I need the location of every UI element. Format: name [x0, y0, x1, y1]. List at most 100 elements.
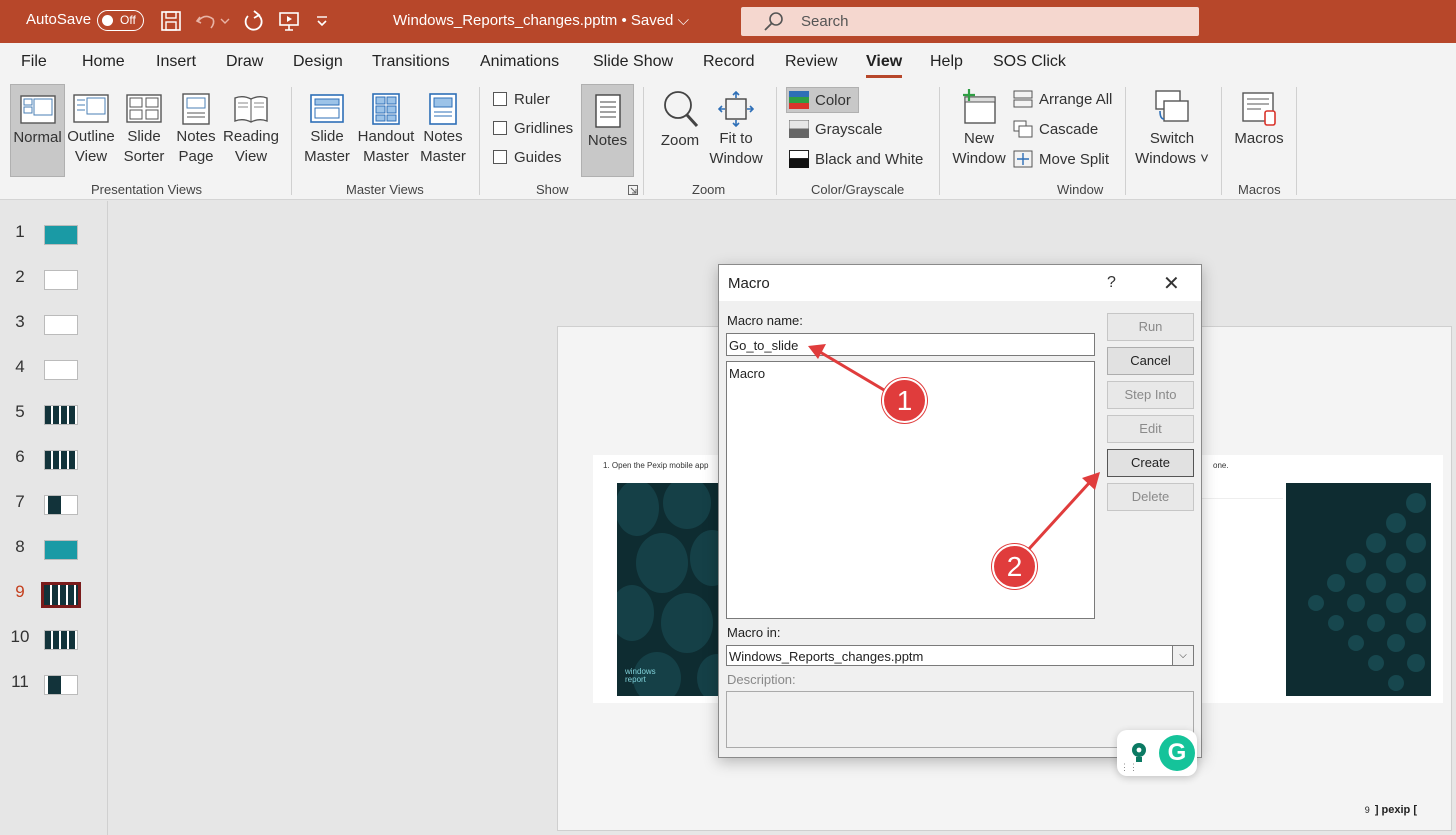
notes-page-button[interactable]: Notes Page — [173, 93, 219, 167]
tab-slide-show[interactable]: Slide Show — [593, 53, 673, 71]
close-button[interactable]: ✕ — [1163, 271, 1180, 296]
arrange-all-button[interactable]: Arrange All — [1013, 90, 1112, 108]
tab-file[interactable]: File — [21, 53, 47, 71]
run-button[interactable]: Run — [1107, 313, 1194, 341]
gridlines-checkbox[interactable]: Gridlines — [493, 120, 573, 137]
slide-thumbnail[interactable]: 1 — [0, 212, 108, 252]
master-views-group-label: Master Views — [346, 182, 424, 197]
new-window-button[interactable]: New Window — [950, 87, 1008, 169]
tab-help[interactable]: Help — [930, 53, 963, 71]
guides-checkbox[interactable]: Guides — [493, 149, 562, 166]
tab-view[interactable]: View — [866, 53, 903, 78]
tab-sos-click[interactable]: SOS Click — [993, 53, 1066, 71]
zoom-group-label: Zoom — [692, 182, 726, 197]
slide-number: 6 — [15, 447, 25, 466]
slide-step-text: 1. Open the Pexip mobile app — [603, 461, 709, 470]
slide-thumbnail[interactable]: 11 — [0, 662, 108, 702]
tab-draw[interactable]: Draw — [226, 53, 263, 71]
macros-label: Macros — [1234, 130, 1284, 147]
slide-thumbnail[interactable]: 7 — [0, 482, 108, 522]
tab-animations[interactable]: Animations — [480, 53, 559, 71]
autosave-toggle[interactable]: Off — [97, 10, 144, 31]
tab-design[interactable]: Design — [293, 53, 343, 71]
ruler-checkbox[interactable]: Ruler — [493, 91, 550, 108]
notes-master-icon — [429, 93, 457, 125]
zoom-button[interactable]: Zoom — [656, 89, 704, 151]
grammarly-widget[interactable]: G ⋮⋮ — [1117, 730, 1197, 776]
chevron-down-icon[interactable]: ⌵ — [1172, 646, 1193, 665]
redo-icon[interactable] — [240, 8, 266, 34]
tab-transitions[interactable]: Transitions — [372, 53, 450, 71]
help-button[interactable]: ? — [1107, 274, 1116, 292]
color-button[interactable]: Color — [786, 87, 859, 113]
tab-record[interactable]: Record — [703, 53, 755, 71]
guides-checkbox-box[interactable] — [493, 150, 507, 164]
slide-thumbnail-image — [44, 225, 78, 245]
slide-sorter-button[interactable]: Slide Sorter — [121, 93, 167, 167]
reading-view-button[interactable]: Reading View — [223, 93, 279, 167]
dialog-title: Macro — [728, 275, 770, 292]
slide-thumbnail[interactable]: 5 — [0, 392, 108, 432]
macro-in-select[interactable]: Windows_Reports_changes.pptm ⌵ — [726, 645, 1194, 666]
slide-thumbnail[interactable]: 2 — [0, 257, 108, 297]
move-split-button[interactable]: Move Split — [1013, 150, 1109, 168]
edit-button[interactable]: Edit — [1107, 415, 1194, 443]
undo-dropdown-icon[interactable] — [218, 8, 232, 34]
dialog-title-bar[interactable]: Macro ? ✕ — [719, 265, 1201, 301]
slide-thumbnail[interactable]: 4 — [0, 347, 108, 387]
slide-thumbnail-image — [44, 495, 78, 515]
outline-view-button[interactable]: Outline View — [66, 93, 116, 167]
slide-number: 4 — [15, 357, 25, 376]
slide-thumbnail[interactable]: 8 — [0, 527, 108, 567]
document-title[interactable]: Windows_Reports_changes.pptm • Saved ⌵ — [393, 12, 689, 29]
group-separator — [1221, 87, 1222, 195]
create-button[interactable]: Create — [1107, 449, 1194, 477]
group-separator — [479, 87, 480, 195]
macros-button[interactable]: Macros — [1232, 91, 1286, 149]
slide-sorter-label-2: Sorter — [123, 148, 165, 165]
fit-to-window-label-2: Window — [709, 150, 763, 167]
logo-line-2: report — [625, 675, 646, 684]
tab-home[interactable]: Home — [82, 53, 125, 71]
grayscale-button[interactable]: Grayscale — [789, 120, 883, 138]
notes-master-button[interactable]: Notes Master — [418, 93, 468, 167]
slide-page-number: 9 — [1364, 805, 1370, 815]
delete-button[interactable]: Delete — [1107, 483, 1194, 511]
handout-master-button[interactable]: Handout Master — [356, 93, 416, 167]
arrange-all-label: Arrange All — [1039, 91, 1113, 108]
black-and-white-button[interactable]: Black and White — [789, 150, 923, 168]
switch-windows-button[interactable]: Switch Windows ˅ — [1132, 87, 1212, 169]
fit-to-window-button[interactable]: Fit to Window — [706, 91, 766, 169]
slide-thumbnail[interactable]: 6 — [0, 437, 108, 477]
present-from-start-icon[interactable] — [276, 8, 302, 34]
slide-step-text-end: one. — [1213, 461, 1229, 470]
slide-thumbnail[interactable]: 10 — [0, 617, 108, 657]
slide-master-button[interactable]: Slide Master — [302, 93, 352, 167]
autosave-label: AutoSave — [26, 11, 92, 28]
notes-toggle-button[interactable]: Notes — [581, 84, 634, 177]
cascade-button[interactable]: Cascade — [1013, 120, 1098, 138]
search-placeholder: Search — [801, 13, 849, 30]
slide-thumbnail[interactable]: 3 — [0, 302, 108, 342]
normal-view-button[interactable]: Normal — [10, 84, 65, 177]
search-box[interactable]: Search — [741, 7, 1199, 36]
drag-handle-icon[interactable]: ⋮⋮ — [1120, 762, 1138, 773]
tab-review[interactable]: Review — [785, 53, 837, 71]
slide-thumbnail-image — [44, 315, 78, 335]
step-into-button[interactable]: Step Into — [1107, 381, 1194, 409]
slide-thumbnail-pane: 1 2 3 4 5 6 7 8 9 10 11 — [0, 201, 108, 835]
move-split-label: Move Split — [1039, 151, 1110, 168]
save-icon[interactable] — [158, 8, 184, 34]
customize-toolbar-icon[interactable] — [312, 8, 332, 34]
gridlines-checkbox-box[interactable] — [493, 121, 507, 135]
ruler-checkbox-box[interactable] — [493, 92, 507, 106]
undo-icon[interactable] — [193, 8, 219, 34]
tab-insert[interactable]: Insert — [156, 53, 196, 71]
dialog-launcher-icon[interactable] — [628, 185, 638, 195]
cancel-button[interactable]: Cancel — [1107, 347, 1194, 375]
switch-windows-label-1: Switch — [1149, 130, 1195, 147]
grammarly-icon[interactable]: G — [1159, 735, 1195, 771]
slide-thumbnail-current[interactable]: 9 — [0, 572, 108, 612]
new-window-label-1: New — [963, 130, 994, 147]
macro-name-input[interactable]: Go_to_slide — [726, 333, 1095, 356]
